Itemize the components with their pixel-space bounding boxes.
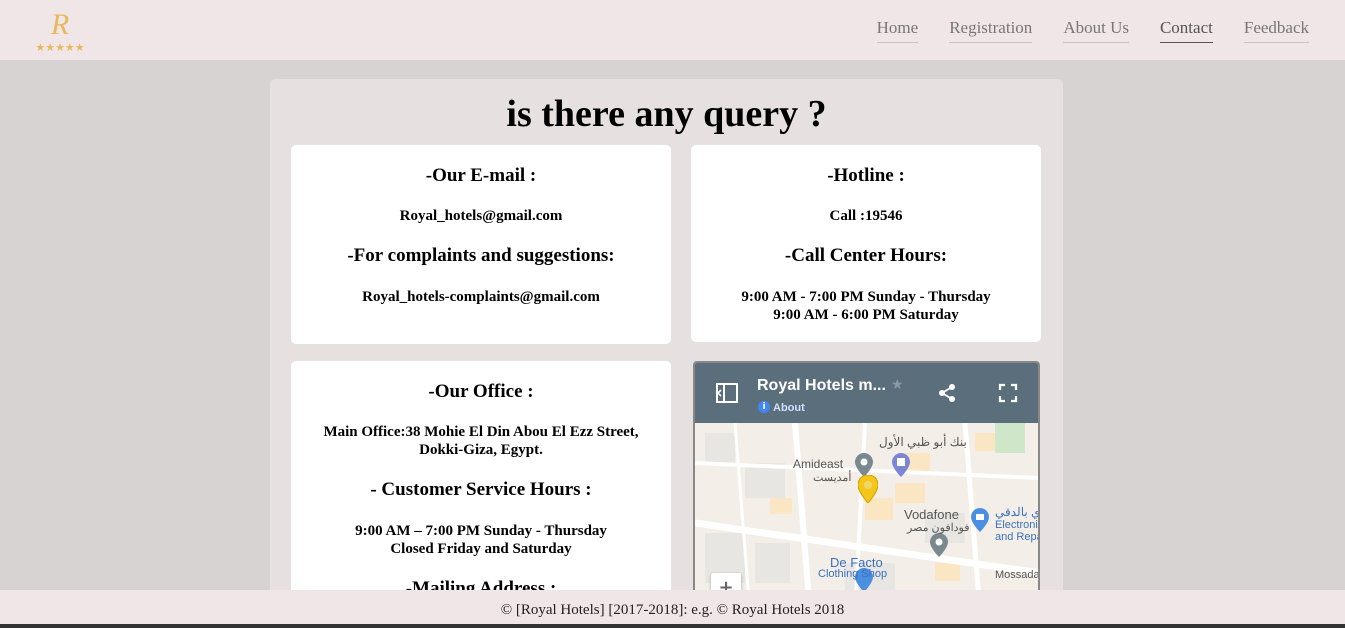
map-label-amideast: Amideast (793, 457, 844, 471)
nav-registration-link[interactable]: Registration (949, 18, 1033, 43)
map-label-amideast-ar: أمديست (813, 472, 852, 484)
email-value[interactable]: Royal_hotels@gmail.com (291, 207, 671, 225)
nav-feedback-link[interactable]: Feedback (1243, 18, 1309, 43)
map-sidebar-icon[interactable] (715, 382, 739, 404)
call-center-hours-line-1: 9:00 AM - 7:00 PM Sunday - Thursday (741, 289, 991, 305)
map-label-defacto-sub: Clothing Shop (818, 568, 888, 580)
map-about-link[interactable]: About (773, 402, 805, 414)
map-label-vodafone: Vodafone (904, 507, 959, 522)
map-label-dokki-ar: ي بالدقي (995, 505, 1040, 519)
bank-pin-icon[interactable] (892, 453, 910, 477)
brand-logo[interactable]: R ★★★★★ (28, 8, 92, 56)
map-title[interactable]: Royal Hotels m... (757, 377, 886, 395)
logo-stars: ★★★★★ (35, 41, 85, 54)
map-label-vodafone-ar: فودافون مصر (907, 522, 970, 534)
office-address: Main Office:38 Mohie El Din Abou El Ezz … (323, 424, 639, 458)
map-label-bank: بنك أبو ظبي الأول (879, 435, 967, 449)
footer-copyright: © [Royal Hotels] [2017-2018]: e.g. © Roy… (500, 602, 845, 618)
page-title: is there any query ? (506, 93, 827, 135)
complaints-email-value[interactable]: Royal_hotels-complaints@gmail.com (291, 288, 671, 306)
call-center-hours-heading: -Call Center Hours: (784, 245, 948, 266)
fullscreen-icon[interactable] (998, 383, 1018, 403)
top-navbar: R ★★★★★ Home Registration About Us Conta… (0, 0, 1345, 60)
call-center-hours-line-2: 9:00 AM - 6:00 PM Saturday (773, 307, 959, 323)
hotline-number: Call :19546 (829, 208, 903, 224)
map-label-electronic: Electronic (995, 519, 1040, 531)
map-label-repair: and Repai (995, 531, 1038, 543)
email-card: -Our E-mail : Royal_hotels@gmail.com -Fo… (291, 145, 671, 344)
bottom-divider (0, 624, 1345, 628)
page-footer: © [Royal Hotels] [2017-2018]: e.g. © Roy… (0, 590, 1345, 628)
generic-pin-icon[interactable] (930, 533, 948, 557)
complaints-heading: -For complaints and suggestions: (347, 245, 615, 266)
service-hours-line-1: 9:00 AM – 7:00 PM Sunday - Thursday (355, 523, 607, 539)
contact-panel: is there any query ? -Our E-mail : Royal… (270, 79, 1063, 599)
hotline-heading: -Hotline : (827, 165, 905, 186)
nav-home-link[interactable]: Home (876, 18, 919, 43)
shop-pin-icon[interactable] (971, 508, 989, 532)
nav-about-link[interactable]: About Us (1063, 18, 1129, 43)
nav-contact-link[interactable]: Contact (1159, 18, 1213, 43)
map-embed[interactable]: Royal Hotels m... ★ i About بنك أبو ظبي … (693, 361, 1040, 599)
office-card: -Our Office : Main Office:38 Mohie El Di… (291, 361, 671, 599)
map-label-mossada: Mossada (995, 569, 1040, 581)
logo-letter: R (50, 8, 70, 41)
location-pin-icon[interactable] (858, 475, 878, 503)
share-icon[interactable] (937, 383, 957, 403)
service-hours-line-2: Closed Friday and Saturday (390, 541, 572, 557)
map-header: Royal Hotels m... ★ i About (695, 363, 1038, 423)
service-hours-heading: - Customer Service Hours : (370, 479, 592, 500)
office-heading: -Our Office : (428, 381, 534, 402)
amideast-pin-icon[interactable] (855, 453, 873, 477)
info-icon: i (758, 401, 770, 413)
map-canvas[interactable]: بنك أبو ظبي الأول Amideast أمديست Vodafo… (695, 423, 1038, 599)
hotline-card: -Hotline : Call :19546 -Call Center Hour… (691, 145, 1041, 342)
star-icon[interactable]: ★ (891, 377, 904, 393)
email-heading: -Our E-mail : (425, 165, 537, 186)
main-nav: Home Registration About Us Contact Feedb… (876, 18, 1309, 43)
